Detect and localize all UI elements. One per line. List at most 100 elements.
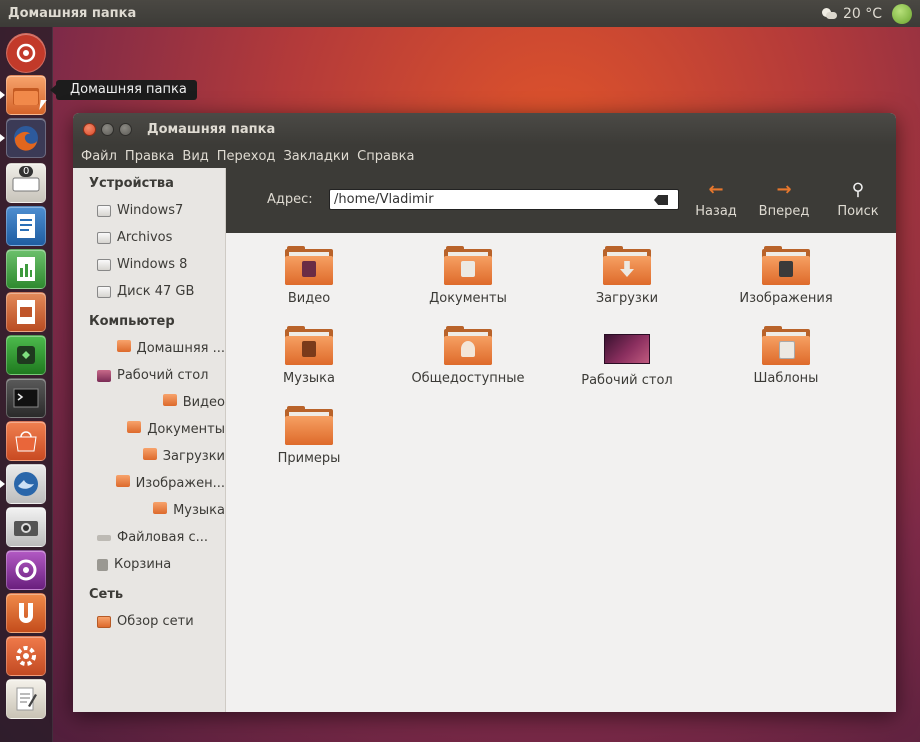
sidebar-item-pictures[interactable]: Изображен...: [73, 470, 225, 497]
session-icon[interactable]: [892, 3, 912, 24]
launcher-tooltip: Домашняя папка: [50, 80, 197, 100]
menu-edit[interactable]: Правка: [121, 149, 178, 164]
home-folder-icon: [116, 339, 131, 352]
menu-help[interactable]: Справка: [353, 149, 418, 164]
video-folder-icon: [162, 393, 177, 406]
documents-folder-icon: [444, 246, 492, 285]
folder-item-videos[interactable]: Видео: [234, 246, 384, 306]
file-view: Видео Документы Загрузки Изображения Муз…: [226, 233, 896, 712]
downloads-folder-icon: [603, 246, 651, 285]
panel-app-title: Домашняя папка: [8, 6, 137, 21]
sidebar-item-filesystem[interactable]: Файловая с...: [73, 524, 225, 551]
impress-icon[interactable]: [6, 292, 46, 332]
weather-indicator[interactable]: 20 °C: [821, 6, 882, 22]
search-button[interactable]: ⚲ Поиск: [830, 176, 886, 224]
places-sidebar: Устройства Windows7 Archivos Windows 8 Д…: [73, 168, 226, 712]
window-titlebar[interactable]: Домашняя папка: [73, 113, 896, 145]
text-editor-icon[interactable]: [6, 679, 46, 719]
address-input[interactable]: [329, 189, 679, 210]
address-label: Адрес:: [267, 192, 313, 207]
computer-heading: Компьютер: [89, 314, 175, 329]
folder-item-documents[interactable]: Документы: [393, 246, 543, 306]
back-button[interactable]: ← Назад: [688, 176, 744, 224]
folder-item-downloads[interactable]: Загрузки: [552, 246, 702, 306]
arrow-right-icon: →: [776, 179, 792, 200]
downloads-folder-icon: [142, 447, 157, 460]
desktop-icon: [97, 369, 111, 382]
media-player-icon[interactable]: [6, 550, 46, 590]
launcher: 0: [0, 27, 53, 742]
settings-icon[interactable]: [6, 636, 46, 676]
examples-folder-icon: [285, 406, 333, 445]
forward-button[interactable]: → Вперед: [756, 176, 812, 224]
location-toolbar: Адрес: ← Назад → Вперед ⚲ Поиск: [226, 168, 896, 233]
drive-icon: [97, 204, 111, 217]
sidebar-item-windows8[interactable]: Windows 8: [73, 251, 225, 278]
menu-view[interactable]: Вид: [178, 149, 212, 164]
sidebar-item-documents[interactable]: Документы: [73, 416, 225, 443]
firefox-running-pip: [0, 134, 5, 142]
writer-icon[interactable]: [6, 206, 46, 246]
drive-icon: [97, 231, 111, 244]
sidebar-item-desktop[interactable]: Рабочий стол: [73, 362, 225, 389]
sidebar-item-home[interactable]: Домашняя ...: [73, 335, 225, 362]
music-folder-icon: [153, 501, 168, 514]
music-folder-icon: [285, 326, 333, 365]
folder-item-pictures[interactable]: Изображения: [711, 246, 861, 306]
files-running-pip: [0, 91, 5, 99]
menu-bookmarks[interactable]: Закладки: [279, 149, 353, 164]
file-manager-window: Домашняя папка Файл Правка Вид Переход З…: [73, 113, 896, 712]
maximize-window-button[interactable]: [119, 122, 132, 136]
window-title: Домашняя папка: [147, 121, 276, 137]
templates-folder-icon: [762, 326, 810, 365]
sidebar-item-windows7[interactable]: Windows7: [73, 197, 225, 224]
sidebar-item-archivos[interactable]: Archivos: [73, 224, 225, 251]
calc-icon[interactable]: [6, 249, 46, 289]
public-folder-icon: [444, 326, 492, 365]
top-panel: Домашняя папка 20 °C: [0, 0, 920, 27]
sidebar-item-videos[interactable]: Видео: [73, 389, 225, 416]
drive-icon: [97, 285, 111, 298]
sidebar-item-browse-network[interactable]: Обзор сети: [73, 608, 225, 635]
menu-go[interactable]: Переход: [213, 149, 280, 164]
network-icon: [97, 615, 111, 628]
video-folder-icon: [285, 246, 333, 285]
folder-item-examples[interactable]: Примеры: [234, 406, 384, 466]
dash-icon[interactable]: [6, 33, 46, 73]
folder-item-public[interactable]: Общедоступные: [393, 326, 543, 386]
weather-icon: [821, 7, 837, 20]
pictures-folder-icon: [762, 246, 810, 285]
sidebar-item-trash[interactable]: Корзина: [73, 551, 225, 578]
temperature-label: 20 °C: [842, 5, 882, 22]
search-icon: ⚲: [851, 180, 865, 200]
thunderbird-icon[interactable]: [6, 464, 46, 504]
documents-folder-icon: [127, 420, 142, 433]
drive-icon: [97, 258, 111, 271]
sidebar-item-music[interactable]: Музыка: [73, 497, 225, 524]
thunderbird-running-pip: [0, 480, 5, 488]
devices-heading: Устройства: [89, 176, 174, 191]
network-tool-icon[interactable]: [6, 335, 46, 375]
close-window-button[interactable]: [83, 122, 96, 136]
sidebar-item-downloads[interactable]: Загрузки: [73, 443, 225, 470]
sidebar-item-disk47[interactable]: Диск 47 GB: [73, 278, 225, 305]
folder-item-templates[interactable]: Шаблоны: [711, 326, 861, 386]
filesystem-icon: [97, 534, 111, 541]
network-heading: Сеть: [89, 587, 124, 602]
menubar: Файл Правка Вид Переход Закладки Справка: [73, 145, 896, 168]
trash-icon: [97, 558, 108, 571]
folder-item-music[interactable]: Музыка: [234, 326, 384, 386]
terminal-icon[interactable]: [6, 378, 46, 418]
system-monitor-icon[interactable]: 0: [6, 163, 46, 203]
firefox-icon[interactable]: [6, 118, 46, 158]
camera-icon[interactable]: [6, 507, 46, 547]
arrow-left-icon: ←: [708, 179, 724, 200]
monitor-badge: 0: [19, 166, 34, 177]
menu-file[interactable]: Файл: [77, 149, 121, 164]
folder-item-desktop[interactable]: Рабочий стол: [552, 329, 702, 388]
pictures-folder-icon: [115, 474, 130, 487]
minimize-window-button[interactable]: [101, 122, 114, 136]
ubuntu-one-icon[interactable]: [6, 593, 46, 633]
desktop-thumbnail-icon: [604, 334, 650, 364]
software-center-icon[interactable]: [6, 421, 46, 461]
